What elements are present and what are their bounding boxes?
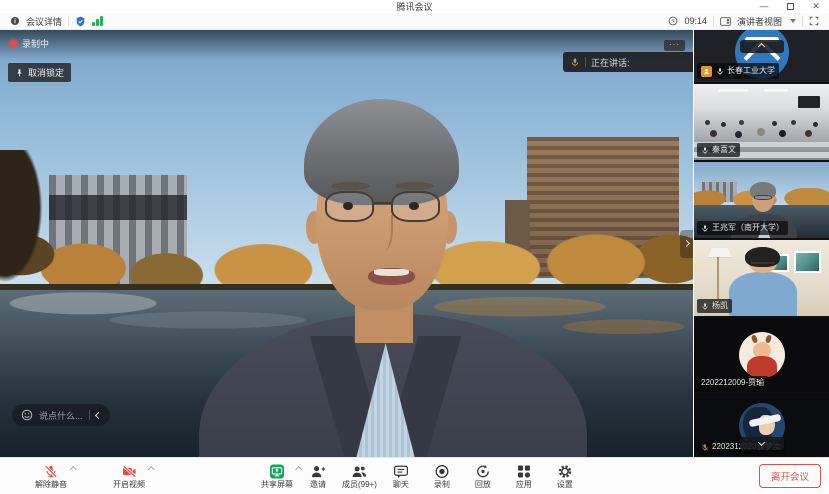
unpin-label: 取消锁定 [28,66,64,79]
divider [802,16,803,26]
divider [68,16,69,26]
mic-options-caret[interactable] [70,466,76,472]
maximize-button[interactable] [777,0,803,13]
divider [585,57,586,67]
divider [89,410,90,420]
record-button[interactable]: 录制 [425,464,459,489]
settings-label: 设置 [557,481,573,489]
camera-options-caret[interactable] [148,466,154,472]
meeting-timer: 09:14 [684,16,707,26]
recording-indicator: 录制中 [10,37,49,50]
mic-muted-icon [44,464,58,479]
scroll-down-button[interactable] [740,437,784,450]
replay-button[interactable]: 回放 [466,464,500,489]
participant-tile[interactable]: 杨凯 [694,240,829,316]
share-screen-label: 共享屏幕 [261,481,293,489]
chat-placeholder: 说点什么... [39,409,83,422]
start-video-label: 开启视频 [113,481,145,489]
members-icon [351,464,367,479]
chevron-up-icon [758,43,765,50]
shield-icon[interactable] [75,16,86,27]
replay-label: 回放 [475,481,491,489]
close-button[interactable]: ✕ [803,0,829,13]
speaking-label: 正在讲话: [591,56,630,69]
mic-on-icon [716,67,724,76]
invite-button[interactable]: 邀请 [301,464,335,489]
app-window: 腾讯会议 — ✕ 会议详情 09:14 [0,0,829,494]
meeting-details-link[interactable]: 会议详情 [26,15,62,28]
participant-name-label: 长春工业大学 [697,63,779,79]
share-screen-icon [269,464,284,479]
window-title: 腾讯会议 [396,0,432,13]
view-mode-selector[interactable]: 演讲者视图 [737,15,782,28]
network-signal-icon[interactable] [92,16,103,26]
chat-label: 聊天 [393,481,409,489]
main-video-stage: 录制中 ··· 正在讲话: 取消锁定 说点什么... [0,30,693,457]
chevron-right-icon [683,240,690,247]
leave-meeting-button[interactable]: 离开会议 [759,464,821,488]
participant-tile[interactable]: 秦喜文 [694,84,829,160]
meeting-header: 会议详情 09:14 演讲者视图 [0,13,829,30]
mic-on-icon [701,224,709,233]
minimize-button[interactable]: — [751,0,777,13]
participants-sidebar: 长春工业大学 [694,30,829,457]
chevron-down-icon [758,439,765,446]
participant-name-label: 2202212009-贾瑜 [697,376,768,389]
participant-tile[interactable]: 2202212009-贾瑜 [694,318,829,392]
participant-name-label: 秦喜文 [697,143,740,157]
avatar [739,332,785,378]
participant-name-label: 王兆军（南开大学） [697,221,788,235]
apps-icon [516,464,531,479]
collapse-chat-icon[interactable] [94,411,101,418]
now-speaking-panel: 正在讲话: [563,52,693,72]
speaker-person [215,90,603,457]
quick-chat-input[interactable]: 说点什么... [12,404,110,426]
sidebar-collapse-handle[interactable] [680,230,693,258]
participant-tile[interactable]: 王兆军（南开大学） [694,162,829,238]
gear-icon [557,464,572,479]
members-button[interactable]: 成员(99+) [342,464,377,489]
record-icon [434,464,449,479]
invite-icon [310,464,325,479]
host-badge-icon [701,66,712,77]
start-video-button[interactable]: 开启视频 [112,464,146,489]
scroll-up-button[interactable] [740,40,784,53]
members-label: 成员(99+) [342,481,377,489]
mic-on-icon [701,302,709,311]
mic-icon [570,57,580,68]
more-options-button[interactable]: ··· [664,40,685,51]
record-label: 录制 [434,481,450,489]
replay-icon [475,464,490,479]
mic-muted-icon [701,443,709,452]
fullscreen-icon[interactable] [809,16,819,26]
unpin-button[interactable]: 取消锁定 [8,63,71,82]
chevron-down-icon [790,19,796,23]
invite-label: 邀请 [310,481,326,489]
recording-dot-icon [10,40,17,47]
apps-button[interactable]: 应用 [507,464,541,489]
titlebar: 腾讯会议 — ✕ [0,0,829,13]
window-controls: — ✕ [751,0,829,13]
unmute-label: 解除静音 [35,481,67,489]
share-screen-button[interactable]: 共享屏幕 [260,464,294,489]
smiley-icon [21,409,33,421]
chat-icon [393,464,408,479]
pin-icon [15,68,24,78]
clock-icon [668,16,678,26]
camera-off-icon [122,464,137,479]
unmute-button[interactable]: 解除静音 [34,464,68,489]
settings-button[interactable]: 设置 [548,464,582,489]
mic-on-icon [701,146,709,155]
layout-icon [720,16,731,27]
recording-label: 录制中 [22,37,49,50]
divider [713,16,714,26]
apps-label: 应用 [516,481,532,489]
participant-name-label: 杨凯 [697,299,732,313]
maximize-icon [787,3,794,10]
info-icon [10,16,20,26]
chat-button[interactable]: 聊天 [384,464,418,489]
participant-tile[interactable]: 长春工业大学 [694,30,829,82]
bottom-toolbar: 解除静音 开启视频 共享屏幕 [0,457,829,494]
